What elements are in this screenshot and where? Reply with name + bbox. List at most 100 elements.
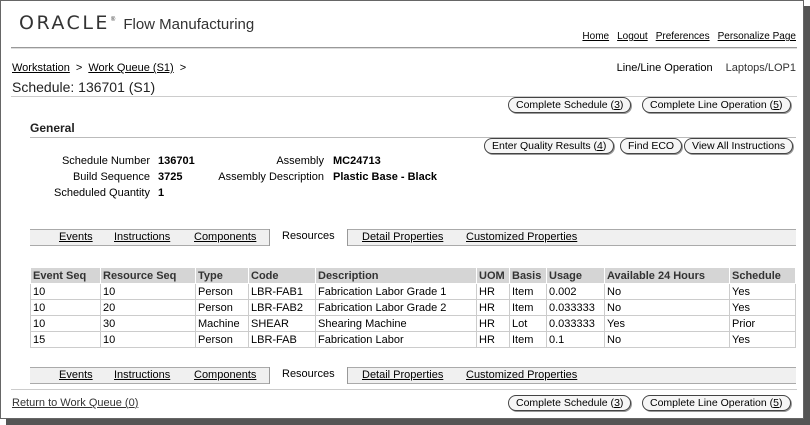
- button-label: Complete Schedule (: [516, 397, 615, 409]
- cell-available-24-hours: Yes: [604, 315, 730, 332]
- tab-events[interactable]: Events: [59, 230, 93, 245]
- link-label-close: ): [134, 397, 139, 409]
- table-header-row: Event Seq Resource Seq Type Code Descrip…: [30, 267, 796, 284]
- col-type[interactable]: Type: [195, 267, 249, 284]
- cell-usage: 0.002: [546, 283, 605, 300]
- cell-schedule: Prior: [729, 315, 796, 332]
- cell-available-24-hours: No: [604, 283, 730, 300]
- cell-basis: Lot: [509, 315, 547, 332]
- table-row: 10 10 Person LBR-FAB1 Fabrication Labor …: [30, 283, 796, 300]
- oracle-logo: ORACLE ® Flow Manufacturing: [19, 12, 254, 34]
- button-label-close: ): [619, 99, 624, 111]
- cell-type: Person: [195, 331, 249, 348]
- enter-quality-results-button[interactable]: Enter Quality Results (4): [484, 138, 615, 154]
- col-uom[interactable]: UOM: [476, 267, 510, 284]
- col-usage[interactable]: Usage: [546, 267, 605, 284]
- tab-detail-properties[interactable]: Detail Properties: [362, 230, 443, 245]
- button-label: Complete Schedule (: [516, 99, 615, 111]
- tab-components[interactable]: Components: [194, 368, 256, 383]
- table-row: 10 30 Machine SHEAR Shearing Machine HR …: [30, 315, 796, 332]
- tab-instructions[interactable]: Instructions: [114, 230, 170, 245]
- scheduled-quantity-label: Scheduled Quantity: [53, 187, 150, 199]
- cell-schedule: Yes: [729, 331, 796, 348]
- oracle-wordmark: ORACLE: [19, 12, 110, 34]
- cell-event-seq: 10: [30, 283, 101, 300]
- tab-customized-properties[interactable]: Customized Properties: [466, 368, 577, 383]
- col-resource-seq[interactable]: Resource Seq: [100, 267, 196, 284]
- breadcrumb-work-queue[interactable]: Work Queue (S1): [88, 62, 173, 74]
- assembly-value: MC24713: [333, 155, 381, 167]
- breadcrumb: Workstation > Work Queue (S1) >: [12, 62, 186, 74]
- tab-resources[interactable]: Resources: [269, 229, 348, 246]
- col-schedule[interactable]: Schedule: [729, 267, 796, 284]
- cell-code: SHEAR: [248, 315, 316, 332]
- logout-link[interactable]: Logout: [617, 31, 648, 42]
- global-divider: [11, 47, 797, 49]
- cell-basis: Item: [509, 283, 547, 300]
- cell-event-seq: 10: [30, 315, 101, 332]
- cell-description: Fabrication Labor Grade 1: [315, 283, 477, 300]
- breadcrumb-workstation[interactable]: Workstation: [12, 62, 70, 74]
- tab-resources[interactable]: Resources: [269, 367, 348, 384]
- cell-usage: 0.033333: [546, 315, 605, 332]
- section-divider: [30, 137, 796, 138]
- cell-resource-seq: 10: [100, 283, 196, 300]
- tab-customized-properties[interactable]: Customized Properties: [466, 230, 577, 245]
- col-description[interactable]: Description: [315, 267, 477, 284]
- registered-mark: ®: [110, 17, 116, 23]
- cell-uom: HR: [476, 331, 510, 348]
- footer-divider: [11, 389, 797, 390]
- col-available-24-hours[interactable]: Available 24 Hours: [604, 267, 730, 284]
- cell-description: Fabrication Labor Grade 2: [315, 299, 477, 316]
- complete-line-operation-button-bottom[interactable]: Complete Line Operation (5): [642, 395, 791, 411]
- button-label: Enter Quality Results (: [492, 140, 598, 152]
- return-to-work-queue-link[interactable]: Return to Work Queue (0): [12, 397, 138, 409]
- personalize-page-link[interactable]: Personalize Page: [718, 31, 796, 42]
- cell-usage: 0.033333: [546, 299, 605, 316]
- complete-line-operation-button[interactable]: Complete Line Operation (5): [642, 97, 791, 113]
- assembly-description-value: Plastic Base - Black: [333, 171, 437, 183]
- view-all-instructions-button[interactable]: View All Instructions: [684, 138, 794, 154]
- complete-schedule-button[interactable]: Complete Schedule (3): [508, 97, 632, 113]
- breadcrumb-separator: >: [179, 62, 187, 74]
- cell-resource-seq: 20: [100, 299, 196, 316]
- cell-event-seq: 15: [30, 331, 101, 348]
- button-label-close: ): [779, 99, 783, 111]
- find-eco-button[interactable]: Find ECO: [620, 138, 683, 154]
- line-operation-info: Line/Line Operation Laptops/LOP1: [617, 62, 796, 74]
- build-sequence-label: Build Sequence: [72, 171, 150, 183]
- cell-available-24-hours: No: [604, 331, 730, 348]
- cell-uom: HR: [476, 283, 510, 300]
- schedule-number-value: 136701: [158, 155, 195, 167]
- cell-description: Shearing Machine: [315, 315, 477, 332]
- col-event-seq[interactable]: Event Seq: [30, 267, 101, 284]
- tab-components[interactable]: Components: [194, 230, 256, 245]
- cell-usage: 0.1: [546, 331, 605, 348]
- button-label: Complete Line Operation (: [650, 397, 774, 409]
- cell-basis: Item: [509, 299, 547, 316]
- breadcrumb-separator: >: [75, 62, 83, 74]
- tab-detail-properties[interactable]: Detail Properties: [362, 368, 443, 383]
- build-sequence-value: 3725: [158, 171, 183, 183]
- home-link[interactable]: Home: [582, 31, 609, 42]
- tab-bar-top: Events Instructions Components Resources…: [30, 229, 796, 246]
- col-code[interactable]: Code: [248, 267, 316, 284]
- button-label-close: ): [779, 397, 783, 409]
- cell-code: LBR-FAB2: [248, 299, 316, 316]
- preferences-link[interactable]: Preferences: [656, 31, 710, 42]
- cell-uom: HR: [476, 299, 510, 316]
- frame-shadow-bottom: [6, 419, 810, 425]
- section-general-title: General: [30, 121, 75, 135]
- button-label: Complete Line Operation (: [650, 99, 774, 111]
- tab-events[interactable]: Events: [59, 368, 93, 383]
- tab-instructions[interactable]: Instructions: [114, 368, 170, 383]
- cell-resource-seq: 10: [100, 331, 196, 348]
- cell-schedule: Yes: [729, 299, 796, 316]
- cell-type: Person: [195, 283, 249, 300]
- cell-uom: HR: [476, 315, 510, 332]
- product-name: Flow Manufacturing: [123, 16, 255, 33]
- col-basis[interactable]: Basis: [509, 267, 547, 284]
- cell-available-24-hours: No: [604, 299, 730, 316]
- complete-schedule-button-bottom[interactable]: Complete Schedule (3): [508, 395, 632, 411]
- cell-event-seq: 10: [30, 299, 101, 316]
